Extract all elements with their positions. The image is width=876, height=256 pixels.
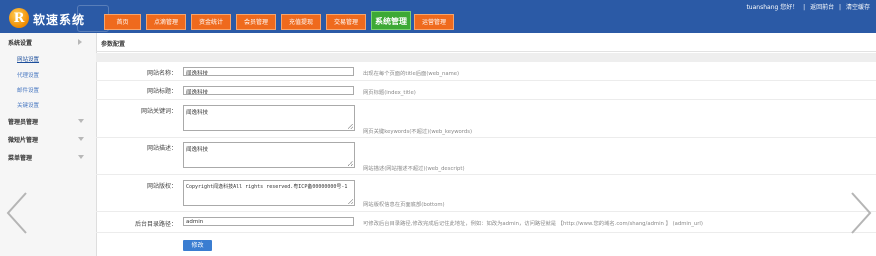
nav-system[interactable]: 系统管理 [371, 11, 411, 30]
breadcrumb: 参数配置 [96, 33, 876, 52]
chevron-right-icon[interactable] [78, 39, 82, 45]
chevron-left-icon[interactable] [4, 191, 30, 235]
nav-members[interactable]: 会员管理 [236, 14, 276, 30]
row-divider [96, 99, 876, 100]
site-name-hint: 出现在每个页面的title后面(web_name) [363, 71, 460, 77]
sidebar-item-key[interactable]: 关键设置 [17, 101, 39, 109]
resize-grip-icon[interactable] [348, 161, 353, 166]
row-divider [96, 174, 876, 175]
row-divider [96, 137, 876, 138]
chevron-down-icon[interactable] [78, 119, 84, 123]
nav-funds[interactable]: 资金统计 [191, 14, 231, 30]
nav-trade[interactable]: 交易管理 [326, 14, 366, 30]
site-copyright-label: 网站版权： [146, 183, 177, 190]
home-link[interactable]: 返回前台 [810, 4, 834, 11]
site-title-hint: 网页标题(index_title) [363, 90, 416, 96]
logo-icon: R [9, 8, 29, 28]
admin-path-label: 后台目录路径： [134, 221, 177, 228]
sidebar-item-site[interactable]: 网站设置 [17, 55, 39, 63]
site-description-label: 网站描述： [146, 145, 177, 152]
separator: | [803, 4, 806, 11]
sidebar-group-menu[interactable]: 菜单管理 [8, 153, 32, 162]
nav-home[interactable]: 首页 [104, 14, 141, 30]
admin-path-input[interactable]: admin [183, 217, 354, 226]
site-description-textarea[interactable]: 闻逸科技 [183, 142, 355, 168]
site-keywords-hint: 网页关键keywords(不超过)(web_keywords) [363, 129, 473, 135]
resize-grip-icon[interactable] [348, 124, 353, 129]
panel-header [96, 53, 876, 62]
nav-operations[interactable]: 运营管理 [414, 14, 454, 30]
user-greeting: tuanshang 您好！ [746, 4, 799, 11]
chevron-down-icon[interactable] [78, 155, 84, 159]
separator: | [839, 4, 842, 11]
top-links: tuanshang 您好！ | 返回前台 | 清空缓存 [743, 2, 870, 11]
site-keywords-label: 网站关键词： [140, 108, 177, 115]
site-copyright-hint: 网站版权信息在页面底部(bottom) [363, 202, 445, 208]
chevron-right-icon[interactable] [848, 191, 874, 235]
site-copyright-textarea[interactable]: Copyright闻逸科技All rights reserved.粤ICP备00… [183, 180, 355, 206]
site-name-input[interactable]: 闻逸科技 [183, 67, 354, 76]
sidebar-item-agent[interactable]: 代理设置 [17, 71, 39, 79]
clear-cache-link[interactable]: 清空缓存 [846, 4, 870, 11]
site-keywords-textarea[interactable]: 闻逸科技 [183, 105, 355, 131]
row-divider [96, 211, 876, 212]
site-description-hint: 网站描述(网站描述不超过)(web_descript) [363, 166, 465, 172]
sidebar-group-videos[interactable]: 微短片管理 [8, 135, 38, 144]
nav-dots[interactable]: 点滴管理 [146, 14, 186, 30]
site-name-label: 网站名称： [146, 70, 177, 77]
chevron-down-icon[interactable] [78, 137, 84, 141]
row-divider [96, 232, 876, 233]
submit-button[interactable]: 修改 [183, 240, 212, 251]
sidebar-group-system[interactable]: 系统设置 [8, 38, 32, 47]
top-bar: R 软速系统 首页 点滴管理 资金统计 会员管理 充值提现 交易管理 系统管理 … [0, 0, 876, 33]
admin-path-hint: 可修改后台目录路径,修改完成后记住此地址，例如：如改为admin，访问路径就是 … [363, 221, 703, 227]
sidebar-item-mail[interactable]: 邮件设置 [17, 86, 39, 94]
sidebar-group-admins[interactable]: 管理员管理 [8, 117, 38, 126]
nav-recharge[interactable]: 充值提现 [281, 14, 321, 30]
row-divider [96, 80, 876, 81]
resize-grip-icon[interactable] [348, 199, 353, 204]
site-title-label: 网站标题： [146, 88, 177, 95]
site-title-input[interactable]: 闻逸科技 [183, 86, 354, 95]
page-title: 参数配置 [101, 41, 126, 48]
